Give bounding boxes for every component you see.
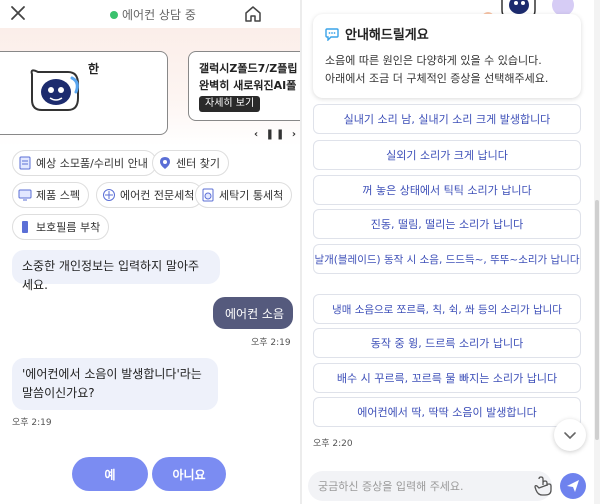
user-message-bubble: 에어컨 소음 (213, 297, 293, 329)
phone-film-icon (22, 221, 28, 233)
chat-panel-right: 안내해드릴게요 소음에 따른 원인은 다양하게 있을 수 있습니다. 아래에서 … (302, 0, 600, 504)
status-dot (110, 10, 118, 19)
symptom-option[interactable]: 실내기 소리 남, 실내기 소리 크게 발생합니다 (313, 104, 581, 134)
yes-button[interactable]: 예 (72, 457, 148, 491)
consult-status: 에어컨 상담 중 (110, 6, 196, 23)
monitor-spec-icon (18, 189, 32, 201)
symptom-option[interactable]: 꺼 놓은 상태에서 틱틱 소리가 납니다 (313, 175, 581, 205)
chip-aircon-clean[interactable]: 에어컨 전문세척 (96, 182, 204, 208)
symptom-option[interactable]: 진동, 떨림, 떨리는 소리가 납니다 (313, 209, 581, 239)
home-icon[interactable] (243, 4, 263, 24)
banner-card-1-text: 한 (88, 62, 100, 76)
receipt-icon (19, 156, 31, 170)
top-bar: 에어컨 상담 중 (0, 0, 300, 28)
scrollbar-thumb[interactable] (595, 200, 599, 440)
chevron-down-icon (564, 432, 576, 440)
status-text: 에어컨 상담 중 (122, 8, 196, 22)
chip-label: 제품 스펙 (36, 189, 80, 202)
bot-question-line1: '에어컨에서 소음이 발생합니다'라는 (22, 367, 202, 381)
guide-title: 안내해드릴게요 (325, 24, 429, 43)
symptom-option[interactable]: 냉매 소음으로 쪼르륵, 칙, 쉭, 쏴 등의 소리가 납니다 (313, 294, 581, 324)
chip-center[interactable]: 센터 찾기 (152, 150, 229, 176)
banner-pager[interactable]: ‹ ❚❚ › (254, 129, 298, 140)
bot-message-time: 오후 2:19 (12, 418, 52, 428)
symptom-option[interactable]: 에어컨에서 딱, 딱딱 소음이 발생합니다 (313, 397, 581, 427)
aircon-clean-icon (103, 189, 115, 201)
privacy-notice-text: 소중한 개인정보는 입력하지 말아주세요. (22, 259, 200, 292)
close-icon[interactable] (9, 4, 27, 22)
scroll-down-button[interactable] (554, 419, 586, 451)
location-pin-icon (160, 157, 170, 169)
chip-spec[interactable]: 제품 스펙 (12, 182, 89, 208)
scrollbar[interactable] (594, 0, 600, 504)
banner-card-2-line2: 완벽히 새로워진AI폴 (199, 79, 297, 92)
symptom-option[interactable]: 날개(블레이드) 동작 시 소음, 드드득~, 뚜뚜~소리가 납니다 (313, 244, 581, 274)
banner-card-2-line1: 갤럭시Z폴드7/Z플립 (199, 62, 298, 75)
chip-label: 보호필름 부착 (36, 221, 101, 234)
symptom-option[interactable]: 실외기 소리가 크게 납니다 (313, 140, 581, 170)
send-icon (567, 480, 579, 492)
chip-label: 세탁기 통세척 (219, 189, 284, 202)
chat-panel-left: 에어컨 상담 중 한 갤럭시Z폴드7/Z플립 완벽히 새로워진AI폴 자세히 보… (0, 0, 300, 504)
no-button[interactable]: 아니요 (152, 457, 226, 491)
hand-gesture-icon[interactable] (532, 475, 554, 497)
chip-estimate[interactable]: 예상 소모품/수리비 안내 (12, 150, 157, 176)
symptom-option[interactable]: 배수 시 꾸르륵, 꼬르륵 물 빠지는 소리가 납니다 (313, 363, 581, 393)
chip-protect-film[interactable]: 보호필름 부착 (12, 214, 110, 240)
washer-icon (202, 188, 214, 202)
detail-button[interactable]: 자세히 보기 (199, 96, 261, 112)
guide-body-line1: 소음에 따른 원인은 다양하게 있을 수 있습니다. (325, 54, 542, 67)
chatbot-mascot-icon (30, 69, 79, 111)
bot-question-line2: 말씀이신가요? (22, 386, 95, 400)
symptom-option[interactable]: 동작 중 윙, 드르륵 소리가 납니다 (313, 328, 581, 358)
chip-washer-clean[interactable]: 세탁기 통세척 (195, 182, 293, 208)
user-message-time: 오후 2:19 (251, 338, 291, 348)
bot-question-bubble: '에어컨에서 소음이 발생합니다'라는 말씀이신가요? (12, 358, 218, 410)
send-button[interactable] (560, 473, 586, 499)
guide-body-line2: 아래에서 조금 더 구체적인 증상을 선택해주세요. (325, 72, 549, 85)
guide-title-text: 안내해드릴게요 (345, 28, 429, 43)
symptom-input[interactable] (308, 471, 552, 501)
chat-bubble-icon (325, 27, 339, 41)
privacy-notice-bubble: 소중한 개인정보는 입력하지 말아주세요. (12, 250, 220, 292)
user-message-text: 에어컨 소음 (225, 307, 285, 321)
guide-body: 소음에 따른 원인은 다양하게 있을 수 있습니다. 아래에서 조금 더 구체적… (325, 52, 548, 88)
chip-label: 센터 찾기 (176, 157, 220, 170)
chip-label: 에어컨 전문세척 (120, 189, 195, 202)
guide-card: 안내해드릴게요 소음에 따른 원인은 다양하게 있을 수 있습니다. 아래에서 … (313, 14, 581, 98)
bot-message-time: 오후 2:20 (313, 439, 353, 449)
chip-label: 예상 소모품/수리비 안내 (36, 157, 148, 170)
